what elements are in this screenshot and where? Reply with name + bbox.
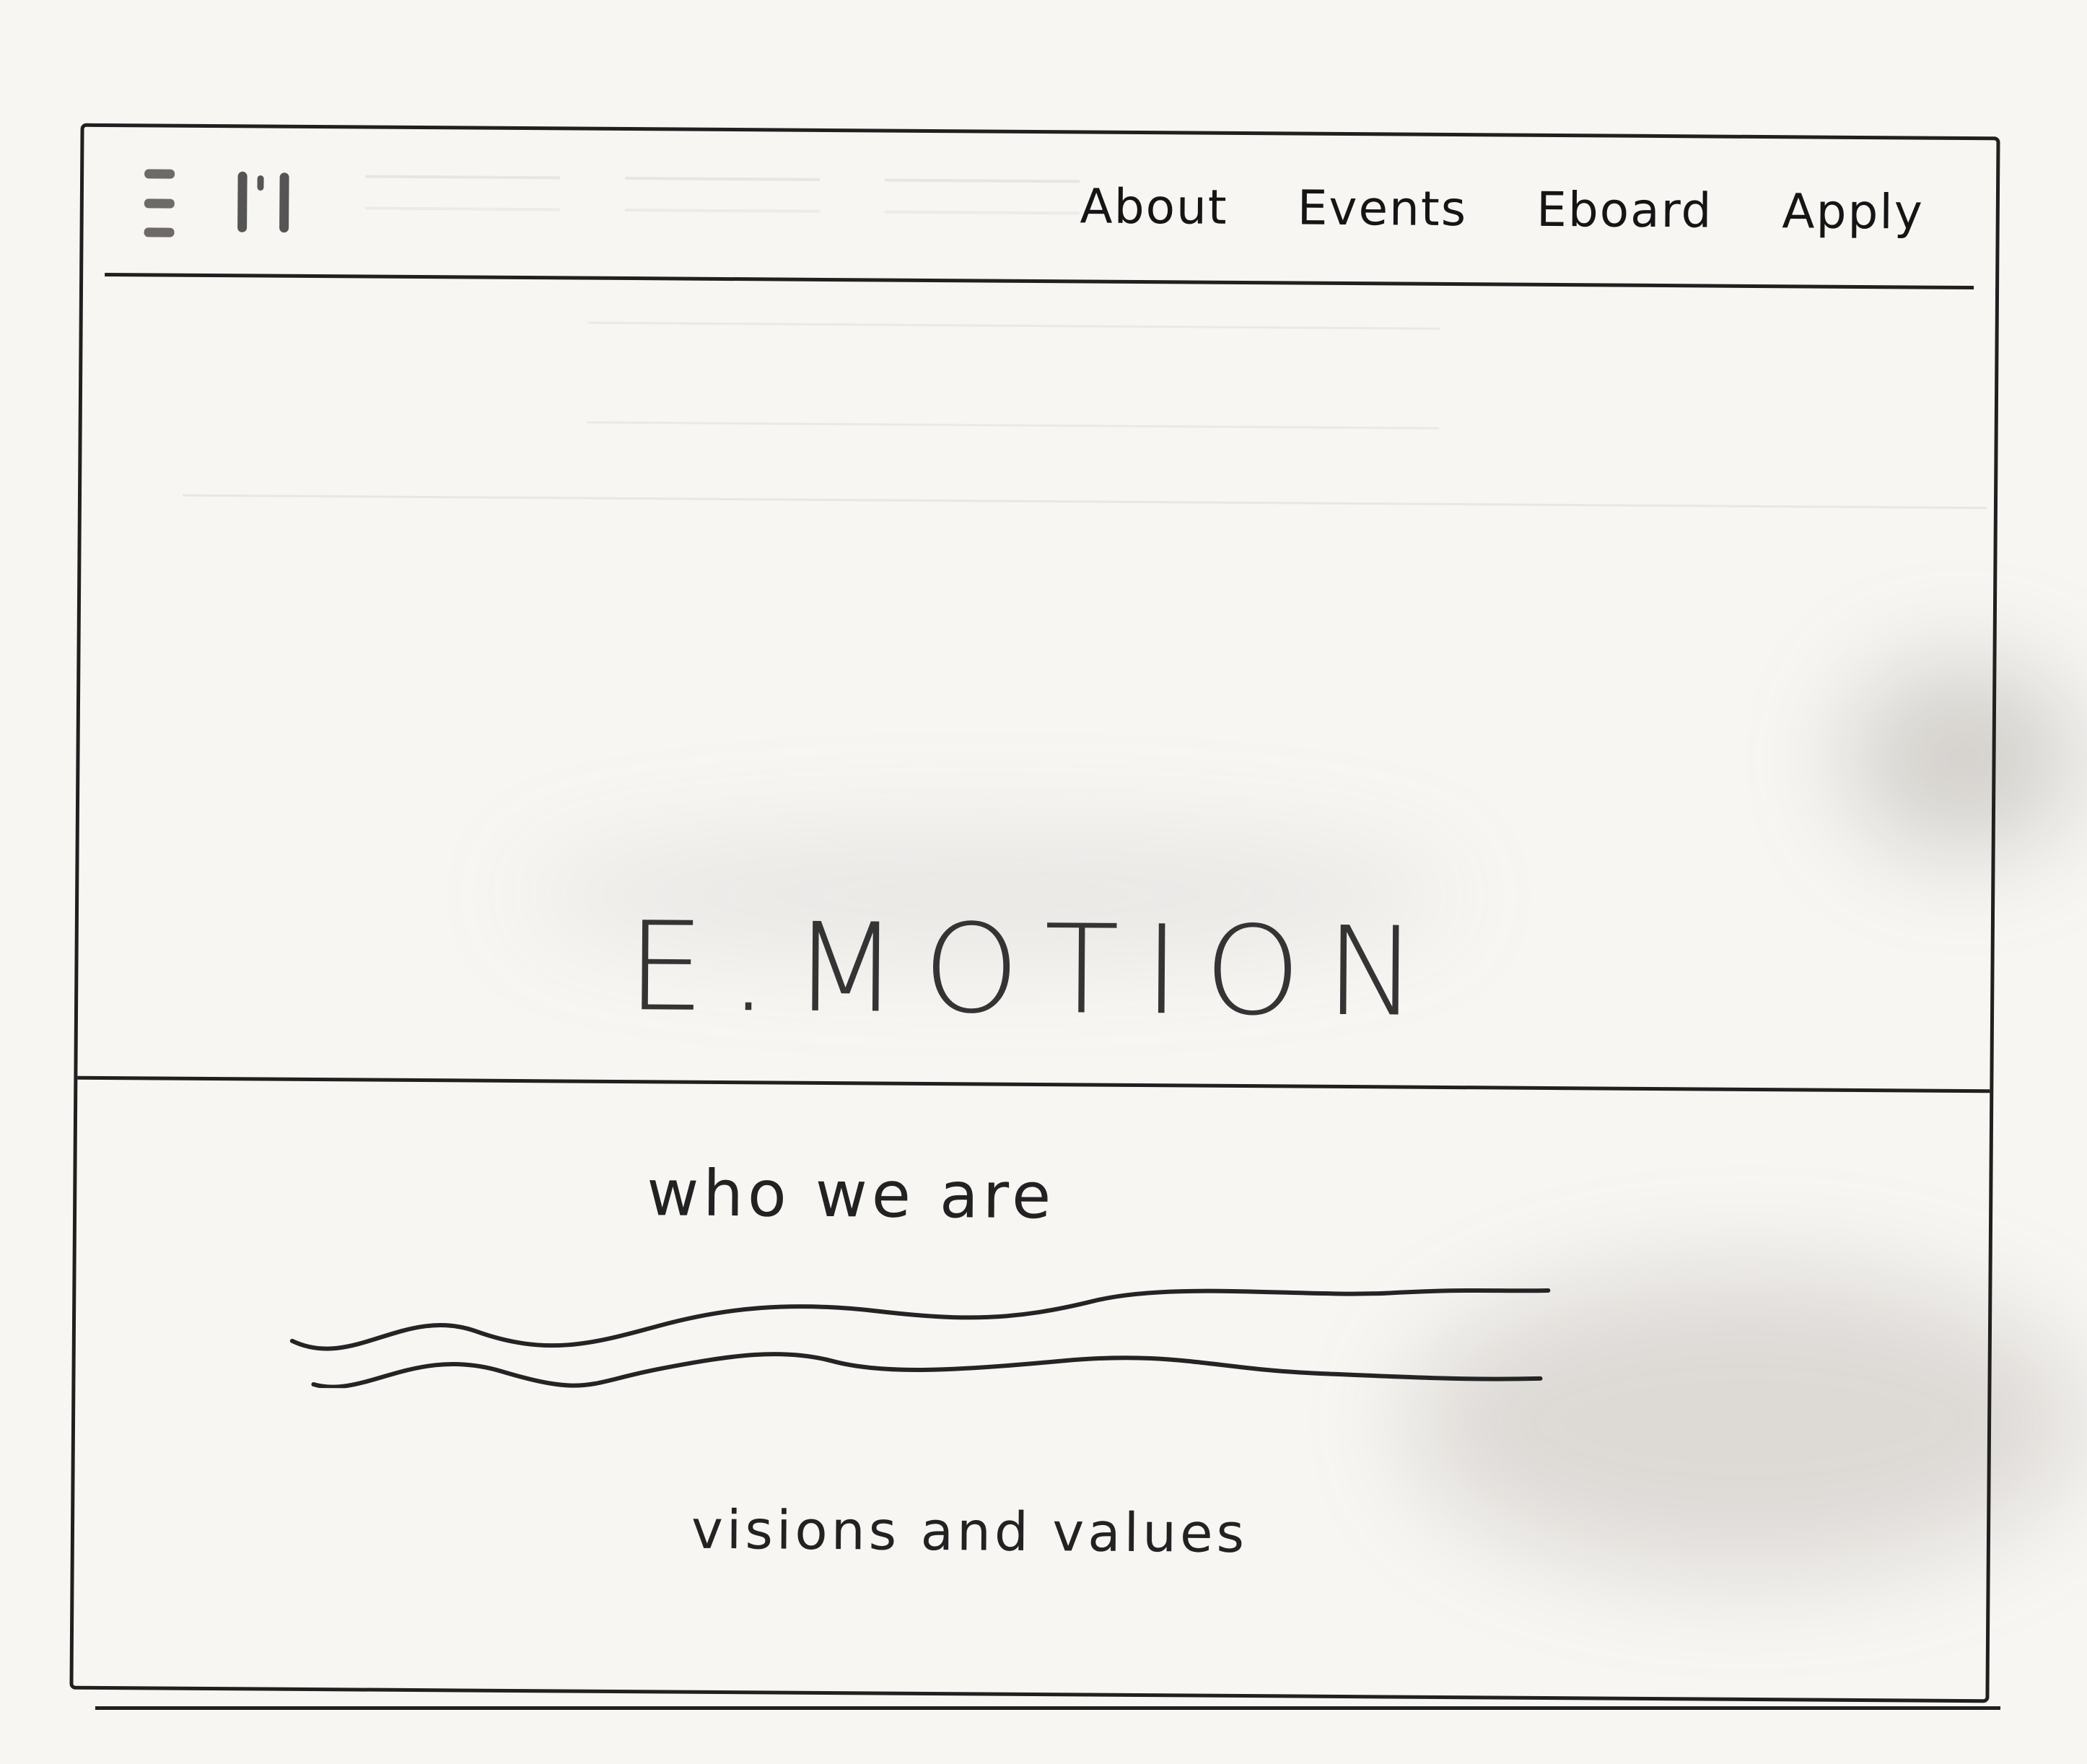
nav-about-link[interactable]: About bbox=[1080, 178, 1228, 235]
about-content-section: who we are visions and values bbox=[74, 1087, 1990, 1692]
visions-and-values-heading: visions and values bbox=[691, 1498, 1248, 1566]
hero-section: E.MOTION bbox=[77, 278, 1996, 1093]
top-navigation-bar: About Events Eboard Apply bbox=[105, 135, 1975, 290]
faded-nav-placeholder bbox=[884, 178, 1080, 215]
main-nav-links: About Events Eboard Apply bbox=[1080, 178, 1924, 240]
placeholder-text-lines bbox=[289, 1288, 1551, 1389]
hamburger-menu-icon[interactable] bbox=[144, 169, 175, 237]
who-we-are-heading: who we are bbox=[646, 1156, 1056, 1234]
page-frame: About Events Eboard Apply E.MOTION who w… bbox=[69, 123, 2000, 1703]
nav-events-link[interactable]: Events bbox=[1297, 180, 1467, 237]
menu-line bbox=[144, 198, 175, 209]
nav-apply-link[interactable]: Apply bbox=[1782, 183, 1924, 240]
faded-nav-placeholder bbox=[624, 177, 821, 213]
menu-line bbox=[144, 169, 175, 179]
faded-nav-sketch bbox=[364, 175, 1080, 215]
bottom-border-line bbox=[95, 1706, 2000, 1710]
hero-title: E.MOTION bbox=[626, 896, 1443, 1044]
menu-line bbox=[144, 227, 175, 237]
nav-eboard-link[interactable]: Eboard bbox=[1536, 182, 1713, 239]
logo-icon[interactable] bbox=[229, 165, 302, 238]
faded-nav-placeholder bbox=[364, 175, 561, 211]
